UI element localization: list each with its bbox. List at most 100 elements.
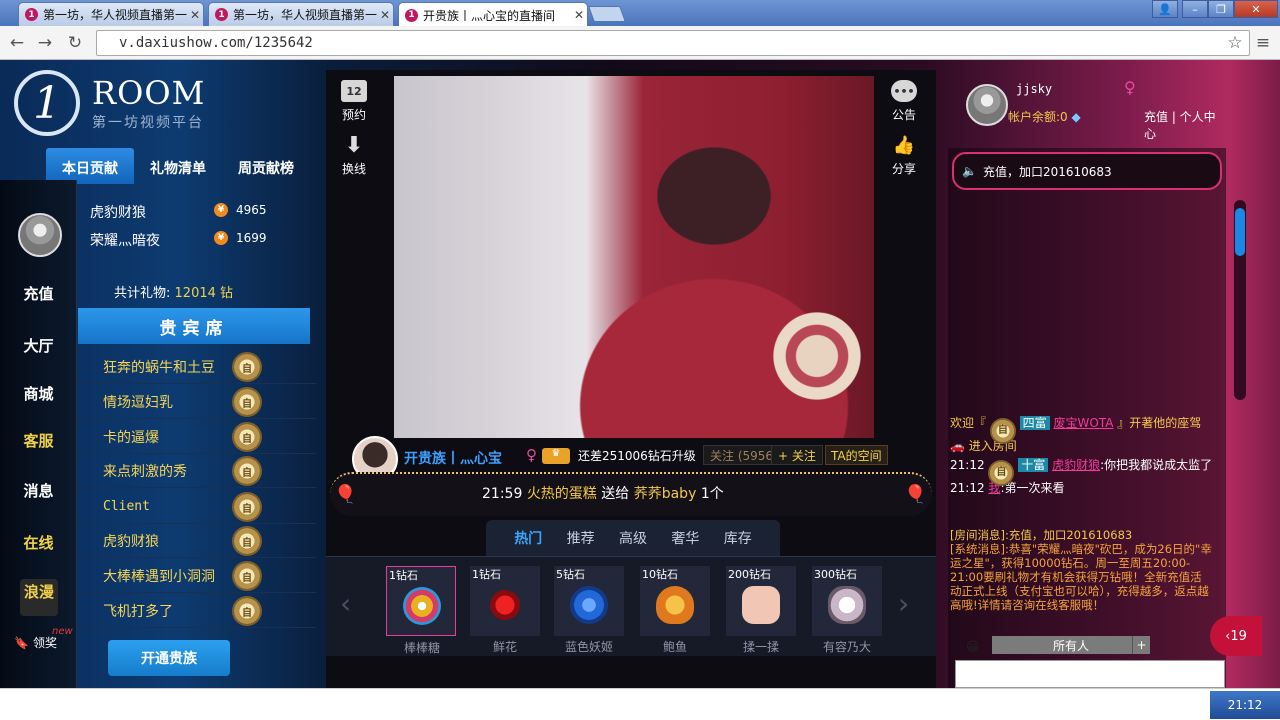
award-button[interactable]: 🔖 领奖 new [14,626,73,651]
bookmark-star-icon[interactable]: ☆ [1224,32,1246,54]
gift-item[interactable]: 5钻石 蓝色妖姬 [554,566,624,654]
coin-icon: ¥ [214,203,228,217]
chevron-left-icon[interactable]: ‹ [340,587,351,620]
total-gifts-label: 共计礼物: [114,286,171,301]
announcement-label: 公告 [891,108,916,122]
nav-romance[interactable]: 浪漫 [20,579,58,616]
gift-item[interactable]: 300钻石 有容乃大 [812,566,882,654]
vip-list-item[interactable]: 狂奔的蜗牛和土豆自 [78,350,316,384]
browser-tab-3-active[interactable]: 1 开贵族丨灬心宝的直播间 ✕ [398,2,588,27]
vip-name: 卡的逼爆 [103,429,159,446]
url-input[interactable]: v.daxiushow.com/1235642 [96,30,1250,56]
close-icon[interactable]: ✕ [1234,0,1278,18]
switch-line-label: 换线 [341,162,366,176]
avatar[interactable] [18,213,62,257]
emoji-icon[interactable]: 😀 [966,640,980,655]
ranking-name[interactable]: 荣耀灬暗夜 [90,230,160,250]
room-message: [房间消息]:充值，加口201610683 [950,528,1133,542]
gift-item[interactable]: 10钻石 鲍鱼 [640,566,710,654]
share-button[interactable]: 👍 分享 [884,134,924,177]
person-icon[interactable]: 👤 [1152,0,1178,18]
noble-badge-icon: 自 [232,492,262,522]
scrollbar-thumb[interactable] [1235,208,1245,256]
follow-button[interactable]: + 关注 [771,445,823,465]
switch-line-button[interactable]: ⬇ 换线 [334,133,374,177]
tab-inventory[interactable]: 库存 [724,528,752,548]
ranking-name[interactable]: 虎豹财狼 [90,202,146,222]
female-icon: ♀ [1124,78,1136,97]
chevron-right-icon[interactable]: › [898,587,909,620]
minimize-icon[interactable]: – [1182,0,1208,18]
nav-mall[interactable]: 商城 [0,383,77,404]
browser-tab-1[interactable]: 1 第一坊，华人视频直播第一 ✕ [18,2,204,26]
noble-badge-icon: 自 [232,596,262,626]
ta-space-button[interactable]: TA的空间 [825,445,888,465]
gift-item[interactable]: 1钻石 棒棒糖 [386,566,456,655]
chat-user-link[interactable]: 废宝WOTA [1054,416,1114,430]
chat-input[interactable] [955,660,1225,688]
live-video[interactable] [394,76,892,438]
reserve-button[interactable]: 12 预约 [334,80,374,123]
close-tab-icon[interactable]: ✕ [187,8,203,22]
account-links[interactable]: 充值 | 个人中心 [1144,108,1226,142]
tab-weekly-ranking[interactable]: 周贡献榜 [222,148,310,184]
diamond-icon: ◆ [1071,110,1081,124]
reserve-label: 预约 [341,108,366,122]
streamer-name[interactable]: 开贵族丨灬心宝 [404,448,502,468]
menu-icon[interactable]: ≡ [1252,32,1274,54]
ticker-verb: 送给 [601,486,630,502]
forward-icon[interactable]: → [34,32,56,54]
tab-advanced[interactable]: 高级 [619,528,647,548]
restore-icon[interactable]: ❐ [1208,0,1234,18]
nav-hall[interactable]: 大厅 [0,335,77,356]
close-tab-icon[interactable]: ✕ [377,8,393,22]
browser-tab-2[interactable]: 1 第一坊，华人视频直播第一 ✕ [208,2,394,26]
nav-service[interactable]: 客服 [0,430,77,451]
nav-online[interactable]: 在线 [0,532,77,553]
plus-icon[interactable]: + [1132,636,1150,654]
vip-list-item[interactable]: 大棒棒遇到小洞洞自 [78,559,316,593]
side-toggle-badge[interactable]: ‹ 19 [1210,616,1262,656]
chat-line2: 🚗 进入房间 [950,438,1216,454]
recipient-select[interactable]: 所有人 + [992,636,1150,654]
announcement-button[interactable]: ••• 公告 [884,80,924,123]
gift-item[interactable]: 1钻石 鲜花 [470,566,540,654]
gift-item[interactable]: 200钻石 揉一揉 [726,566,796,654]
vip-list-item[interactable]: 卡的逼爆 自 [78,420,316,454]
vip-seats-header[interactable]: 贵宾席 [78,308,310,344]
chat-scrollbar[interactable] [1234,200,1246,400]
chat-message: 21:12 我:第一次来看 [950,480,1216,496]
ticker-time: 21:59 [482,486,523,502]
vip-list-item[interactable]: 情场逗妇乳 自 [78,385,316,419]
new-tab-button[interactable] [588,6,626,22]
vip-list-item[interactable]: Client 自 [78,490,316,524]
open-noble-button[interactable]: 开通贵族 [108,640,230,676]
noble-badge-icon: 自 [232,561,262,591]
tab-hot[interactable]: 热门 [514,528,542,548]
gift-price: 1钻石 [472,568,501,581]
nav-messages[interactable]: 消息 [0,480,77,501]
reload-icon[interactable]: ↻ [64,32,86,54]
avatar[interactable] [966,84,1008,126]
chat-suffix: 』开著他的座驾 [1117,416,1202,430]
site-logo-icon[interactable]: 1 [14,70,80,136]
notice-bar[interactable]: 🔈 充值，加口201610683 [952,152,1222,190]
vip-list-item[interactable]: 来点刺激的秀 自 [78,454,316,488]
vip-list-item[interactable]: 飞机打多了 自 [78,594,316,628]
gift-price: 10钻石 [642,568,678,581]
chat-user-link[interactable]: 虎豹财狼 [1052,458,1100,472]
close-tab-icon[interactable]: ✕ [571,8,587,22]
tab-recommended[interactable]: 推荐 [567,528,595,548]
noble-badge-icon: 自 [989,418,1016,444]
tab-luxury[interactable]: 奢华 [671,528,699,548]
username: jjsky [1016,82,1053,96]
back-icon[interactable]: ← [6,32,28,54]
vip-list-item[interactable]: 虎豹财狼 自 [78,524,316,558]
nav-recharge[interactable]: 充值 [0,283,77,304]
ranking-value: ¥1699 [214,231,267,245]
tab-gift-list[interactable]: 礼物清单 [134,148,222,184]
total-gifts: 共计礼物: 12014 钻 [114,282,233,301]
female-icon: ♀ [526,446,537,464]
tab-daily-contribution[interactable]: 本日贡献 [46,148,134,184]
noble-badge-icon: 自 [232,387,262,417]
